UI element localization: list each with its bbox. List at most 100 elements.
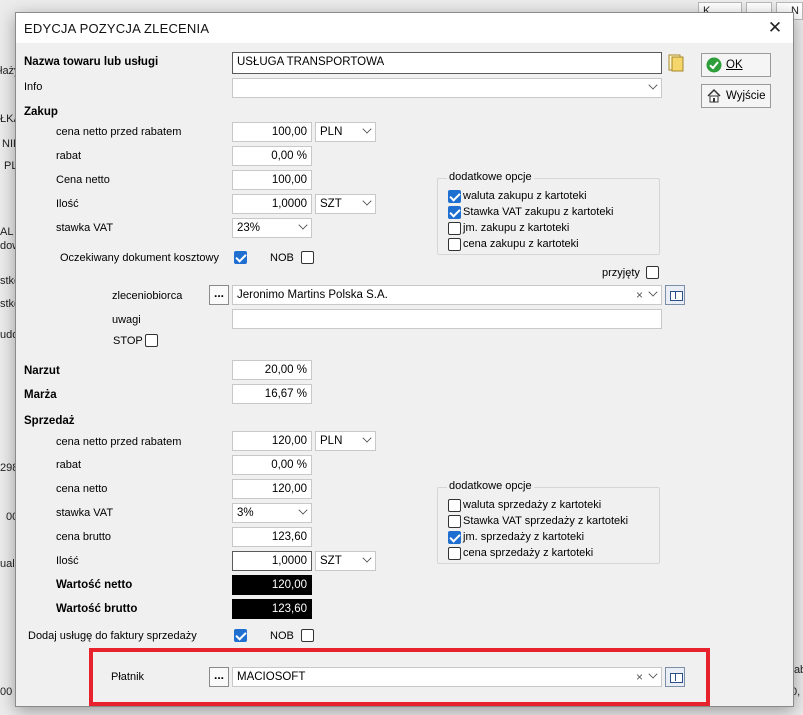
add-to-invoice-checkbox[interactable] (234, 629, 247, 642)
cost-document-checkbox[interactable] (234, 251, 247, 264)
contractor-browse-button[interactable]: ... (209, 285, 229, 305)
chevron-down-icon (298, 220, 308, 230)
purchase-option-checkbox[interactable] (448, 206, 461, 219)
net-value-label: Wartość netto (56, 579, 133, 591)
contractor-value: Jeronimo Martins Polska S.A. (237, 289, 388, 301)
chevron-down-icon (362, 433, 372, 443)
purchase-unit-value: SZT (320, 198, 342, 210)
purchase-currency-value: PLN (320, 126, 343, 138)
sale-net-price-label: cena netto (56, 483, 108, 495)
purchase-option-label: Stawka VAT zakupu z kartoteki (463, 206, 614, 218)
markup-input[interactable]: 20,00 % (232, 360, 312, 380)
gross-value-field: 123,60 (232, 599, 312, 619)
purchase-option-checkbox[interactable] (448, 190, 461, 203)
purchase-option-checkbox[interactable] (448, 238, 461, 251)
net-value-field: 120,00 (232, 575, 312, 595)
purchase-option-checkbox[interactable] (448, 222, 461, 235)
sale-option-checkbox[interactable] (448, 499, 461, 512)
home-icon (707, 88, 721, 103)
info-combo[interactable] (232, 78, 662, 98)
purchase-option-label: jm. zakupu z kartoteki (463, 222, 570, 234)
bg-fragment: 00 (0, 686, 13, 698)
purchase-quantity-input[interactable]: 1,0000 (232, 194, 312, 214)
purchase-options-title: dodatkowe opcje (447, 171, 534, 183)
purchase-price-before-discount-input[interactable]: 100,00 (232, 122, 312, 142)
purchase-vat-label: stawka VAT (56, 222, 114, 234)
address-book-icon[interactable] (665, 285, 685, 305)
chevron-down-icon (648, 80, 658, 90)
purchase-discount-label: rabat (56, 150, 82, 162)
purchase-option-label: waluta zakupu z kartoteki (463, 190, 587, 202)
sale-options-title: dodatkowe opcje (447, 480, 534, 492)
sale-option-checkbox[interactable] (448, 531, 461, 544)
contractor-combo[interactable]: Jeronimo Martins Polska S.A. × (232, 285, 662, 305)
sale-option-label: cena sprzedaży z kartoteki (463, 547, 594, 559)
purchase-vat-select[interactable]: 23% (232, 218, 312, 238)
sale-net-price-input[interactable]: 120,00 (232, 479, 312, 499)
sale-gross-price-input[interactable]: 123,60 (232, 527, 312, 547)
exit-label: Wyjście (726, 90, 766, 102)
purchase-net-price-input[interactable]: 100,00 (232, 170, 312, 190)
catalog-icon[interactable] (666, 53, 686, 73)
sale-price-before-discount-input[interactable]: 120,00 (232, 431, 312, 451)
sale-gross-price-label: cena brutto (56, 531, 112, 543)
add-to-invoice-label: Dodaj usługę do faktury sprzedaży (28, 630, 197, 642)
contractor-label: zleceniobiorca (112, 290, 183, 302)
ok-button[interactable]: OK (701, 53, 771, 77)
clear-icon[interactable]: × (636, 286, 643, 304)
ok-check-icon (706, 57, 722, 73)
gross-value-label: Wartość brutto (56, 603, 138, 615)
purchase-nob-label: NOB (270, 252, 294, 264)
markup-label: Narzut (24, 365, 60, 377)
sale-currency-value: PLN (320, 435, 343, 447)
close-button[interactable]: ✕ (763, 17, 787, 39)
notes-label: uwagi (112, 314, 141, 326)
sale-unit-select[interactable]: SZT (315, 551, 376, 571)
sale-vat-select[interactable]: 3% (232, 503, 312, 523)
chevron-down-icon (648, 287, 658, 297)
sale-currency-select[interactable]: PLN (315, 431, 376, 451)
sale-discount-input[interactable]: 0,00 % (232, 455, 312, 475)
info-label: Info (24, 81, 43, 93)
margin-input[interactable]: 16,67 % (232, 384, 312, 404)
notes-input[interactable] (232, 309, 662, 329)
stop-checkbox[interactable] (145, 334, 158, 347)
product-name-input[interactable]: USŁUGA TRANSPORTOWA (232, 52, 662, 74)
sale-vat-value: 3% (237, 507, 254, 519)
ok-label: OK (726, 59, 743, 71)
purchase-vat-value: 23% (237, 222, 261, 234)
chevron-down-icon (298, 505, 308, 515)
sale-quantity-input[interactable]: 1,0000 (232, 551, 312, 571)
sale-option-checkbox[interactable] (448, 515, 461, 528)
sale-section-title: Sprzedaż (24, 415, 75, 427)
chevron-down-icon (362, 196, 372, 206)
purchase-nob-checkbox[interactable] (301, 251, 314, 264)
highlight-frame (89, 648, 710, 706)
product-name-label: Nazwa towaru lub usługi (24, 56, 159, 68)
sale-option-label: jm. sprzedaży z kartoteki (463, 531, 585, 543)
purchase-quantity-label: Ilość (56, 198, 79, 210)
sale-option-label: waluta sprzedaży z kartoteki (463, 499, 602, 511)
cost-document-label: Oczekiwany dokument kosztowy (60, 252, 219, 264)
chevron-down-icon (362, 124, 372, 134)
received-label: przyjęty (602, 267, 640, 279)
purchase-net-price-label: Cena netto (56, 174, 110, 186)
purchase-section-title: Zakup (24, 106, 58, 118)
purchase-currency-select[interactable]: PLN (315, 122, 376, 142)
sale-vat-label: stawka VAT (56, 507, 114, 519)
sale-quantity-label: Ilość (56, 555, 79, 567)
title-bar: EDYCJA POZYCJA ZLECENIA ✕ (16, 13, 793, 43)
sale-nob-label: NOB (270, 630, 294, 642)
exit-button[interactable]: Wyjście (701, 84, 771, 108)
margin-label: Marża (24, 389, 57, 401)
purchase-unit-select[interactable]: SZT (315, 194, 376, 214)
received-checkbox[interactable] (646, 266, 659, 279)
edit-order-item-dialog: EDYCJA POZYCJA ZLECENIA ✕ OK Wyjście Naz… (15, 12, 794, 707)
dialog-title: EDYCJA POZYCJA ZLECENIA (24, 21, 210, 36)
sale-unit-value: SZT (320, 555, 342, 567)
purchase-option-label: cena zakupu z kartoteki (463, 238, 579, 250)
sale-nob-checkbox[interactable] (301, 629, 314, 642)
purchase-discount-input[interactable]: 0,00 % (232, 146, 312, 166)
sale-option-checkbox[interactable] (448, 547, 461, 560)
chevron-down-icon (362, 553, 372, 563)
